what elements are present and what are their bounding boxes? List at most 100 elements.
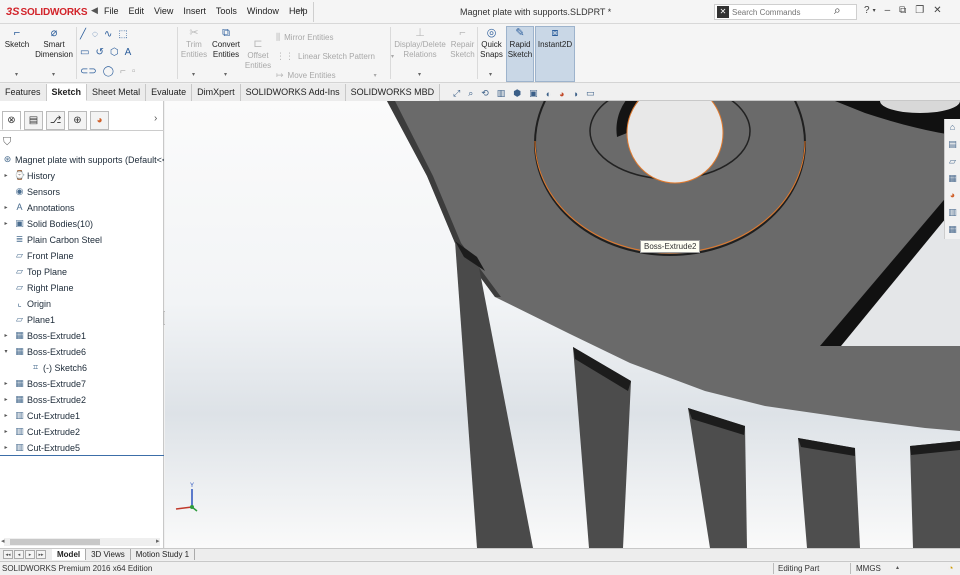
dimxpert-manager-tab[interactable]: ⊕ [68, 111, 87, 130]
menu-window[interactable]: Window [247, 6, 279, 16]
menu-edit[interactable]: Edit [129, 6, 145, 16]
file-explorer-icon[interactable]: ▱ [945, 153, 960, 170]
tab-dimxpert[interactable]: DimXpert [192, 84, 241, 101]
quick-snaps-button[interactable]: ◎ Quick Snaps [479, 27, 504, 60]
graphics-area[interactable]: Boss-Extrude2 Y [165, 101, 960, 548]
expand-icon[interactable]: ▸ [2, 428, 10, 435]
tree-item[interactable]: ▸ ▥ Cut-Extrude5 [0, 440, 164, 455]
solidworks-logo[interactable]: 3S SOLIDWORKS [6, 5, 88, 19]
maximize-icon[interactable]: ❐ [915, 5, 924, 16]
convert-entities-button[interactable]: ⧉ Convert Entities [210, 27, 242, 60]
tab-3d-views[interactable]: 3D Views [86, 549, 131, 560]
tree-item[interactable]: ▱ Top Plane [0, 264, 164, 279]
dimension-dropdown-icon[interactable]: ▾ [52, 71, 55, 78]
move-dropdown-icon[interactable]: ▾ [374, 72, 377, 79]
units-dropdown-icon[interactable]: ▴ [896, 564, 899, 571]
appearances-icon[interactable]: ◕ [945, 187, 960, 204]
tab-model[interactable]: Model [52, 549, 87, 560]
text-icon[interactable]: A [125, 47, 132, 58]
feature-manager-tab[interactable]: ⊗ [2, 111, 21, 130]
search-icon[interactable]: ⌕ [834, 3, 841, 18]
tree-root[interactable]: ⊛ Magnet plate with supports (Default<< [0, 152, 164, 167]
pane-expand-icon[interactable]: › [154, 113, 157, 124]
pin-menu-icon[interactable]: ⇥ [297, 5, 305, 16]
arc-icon[interactable]: ↺ [95, 47, 103, 58]
ellipse-icon[interactable]: ◯ [103, 66, 114, 77]
tree-item[interactable]: ▸ ▣ Solid Bodies(10) [0, 216, 164, 231]
convert-dropdown-icon[interactable]: ▾ [224, 71, 227, 78]
tree-item[interactable]: ⌞ Origin [0, 296, 164, 311]
linear-pattern-button[interactable]: ⋮⋮ Linear Sketch Pattern ▾ [276, 51, 394, 62]
move-entities-button[interactable]: ↦ Move Entities ▾ [276, 70, 377, 81]
zoom-to-fit-icon[interactable]: ⤢ [453, 88, 460, 99]
first-tab-icon[interactable]: ◂◂ [3, 550, 13, 559]
property-manager-tab[interactable]: ▤ [24, 111, 43, 130]
instant2d-button[interactable]: ⧈ Instant2D [536, 27, 574, 50]
expand-icon[interactable]: ▸ [2, 396, 10, 403]
minimize-sidebar-icon[interactable]: – [885, 5, 891, 16]
expand-icon[interactable]: ▸ [2, 380, 10, 387]
menu-expand-icon[interactable]: ◀ [91, 5, 98, 16]
solidworks-resources-icon[interactable]: ⌂ [945, 119, 960, 136]
repair-sketch-button[interactable]: ⌐ Repair Sketch [449, 27, 476, 60]
expand-icon[interactable]: ▸ [2, 444, 10, 451]
display-style-icon[interactable]: ▣ [529, 88, 538, 99]
trim-entities-button[interactable]: ✂ Trim Entities [180, 27, 208, 60]
forum-icon[interactable]: ▦ [945, 221, 960, 238]
circle-icon[interactable]: ◌ [92, 29, 98, 40]
help-icon[interactable]: ? [864, 5, 870, 16]
scrollbar-thumb[interactable] [10, 539, 100, 545]
tree-item[interactable]: ▱ Right Plane [0, 280, 164, 295]
search-input[interactable] [732, 7, 827, 17]
collapse-icon[interactable]: ▾ [2, 348, 10, 355]
polygon-icon[interactable]: ⬡ [110, 47, 119, 58]
tree-item[interactable]: ▱ Plane1 [0, 312, 164, 327]
unit-system[interactable]: MMGS [856, 564, 881, 573]
point-icon[interactable]: ▫ [132, 66, 136, 77]
tree-item[interactable]: ▸ ▦ Boss-Extrude1 [0, 328, 164, 343]
relations-dropdown-icon[interactable]: ▾ [418, 71, 421, 78]
smart-dimension-button[interactable]: ⌀ Smart Dimension [35, 27, 73, 60]
tab-sketch[interactable]: Sketch [46, 84, 88, 101]
tree-item[interactable]: ▸ ▦ Boss-Extrude7 [0, 376, 164, 391]
restore-icon[interactable]: ⧉ [899, 5, 906, 16]
rectangle-icon[interactable]: ▭ [80, 47, 89, 58]
tree-item[interactable]: ▾ ▦ Boss-Extrude6 [0, 344, 164, 359]
trim-dropdown-icon[interactable]: ▾ [192, 71, 195, 78]
scroll-left-icon[interactable]: ◂ [1, 537, 5, 545]
last-tab-icon[interactable]: ▸▸ [36, 550, 46, 559]
rapid-sketch-button[interactable]: ✎ Rapid Sketch [507, 27, 533, 60]
tab-features[interactable]: Features [0, 84, 47, 101]
tree-item[interactable]: ◉ Sensors [0, 184, 164, 199]
prev-tab-icon[interactable]: ◂ [14, 550, 24, 559]
menu-tools[interactable]: Tools [216, 6, 237, 16]
view-orientation-icon[interactable]: ⬢ [513, 88, 521, 99]
tab-sheet-metal[interactable]: Sheet Metal [87, 84, 147, 101]
filter-icon[interactable]: ⛉ [3, 136, 11, 149]
display-delete-relations-button[interactable]: ⊥ Display/Delete Relations [393, 27, 447, 60]
edit-appearance-icon[interactable]: ◕ [559, 89, 564, 99]
slot-icon[interactable]: ⊂⊃ [80, 66, 97, 77]
tree-item[interactable]: ▸ ⌚ History [0, 168, 164, 183]
tree-item[interactable]: ⌗ (-) Sketch6 [0, 360, 164, 375]
close-icon[interactable]: ✕ [933, 5, 941, 16]
menu-file[interactable]: File [104, 6, 119, 16]
custom-properties-icon[interactable]: ▥ [945, 204, 960, 221]
tree-item[interactable]: ▸ ▦ Boss-Extrude2 [0, 392, 164, 407]
mirror-entities-button[interactable]: ⫼ Mirror Entities [276, 32, 333, 43]
offset-line-icon[interactable]: ⌐ [120, 66, 126, 77]
menu-insert[interactable]: Insert [183, 6, 206, 16]
tree-item[interactable]: ▱ Front Plane [0, 248, 164, 263]
display-manager-tab[interactable]: ◕ [90, 111, 109, 130]
tab-motion-study-1[interactable]: Motion Study 1 [131, 549, 196, 560]
expand-icon[interactable]: ▸ [2, 220, 10, 227]
configuration-manager-tab[interactable]: ⎇ [46, 111, 65, 130]
tab-solidworks-add-ins[interactable]: SOLIDWORKS Add-Ins [240, 84, 346, 101]
sketch-fillet-icon[interactable]: ⬚ [118, 29, 127, 40]
expand-icon[interactable]: ▸ [2, 204, 10, 211]
notification-icon[interactable]: ◔ [948, 563, 953, 573]
design-library-icon[interactable]: ▤ [945, 136, 960, 153]
help-dropdown-icon[interactable]: ▾ [873, 7, 876, 16]
tree-item[interactable]: ▸ A Annotations [0, 200, 164, 215]
expand-icon[interactable]: ▸ [2, 332, 10, 339]
